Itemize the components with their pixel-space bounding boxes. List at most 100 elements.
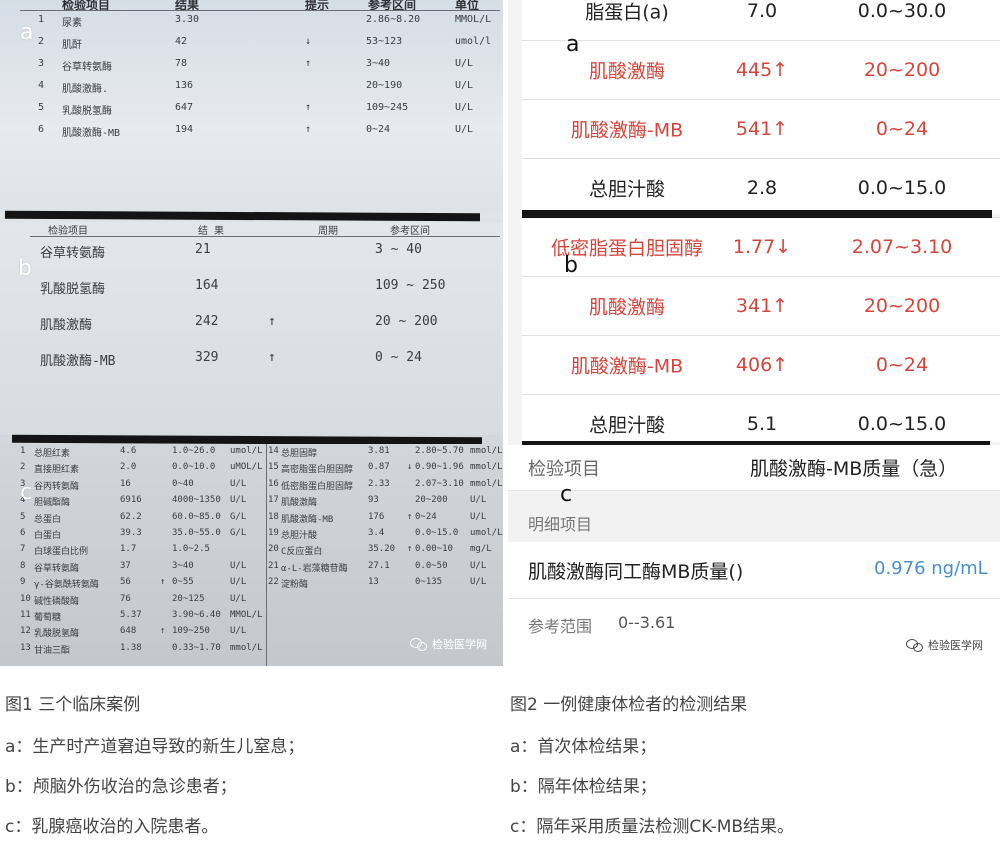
table-row: 肌酸激酶 341↑ 20~200 [522, 277, 1000, 336]
cell-unit: U/L [470, 495, 487, 506]
cell-name: 谷草转氨酶 [40, 246, 106, 261]
fig2-caption-b: b：隔年体检结果； [510, 777, 657, 797]
cell-name: 肌酸激酶 [588, 296, 666, 319]
divider-bar [522, 210, 992, 218]
cell-flag: ↑ [268, 350, 276, 365]
cell-no: 14 [268, 446, 279, 456]
cell-ref: 0.0~15.0 [857, 177, 947, 199]
figure2-screens: 脂蛋白(a) 7.0 0.0~30.0 肌酸激酶 445↑ 20~200 肌酸激酶-MB 54… [508, 0, 1000, 666]
cell-name: 谷草转氨酶 [62, 62, 112, 73]
header-item: 检验项目 [48, 226, 88, 237]
cell-name: 肌酸激酶-MB [62, 128, 121, 139]
cell-no: 16 [268, 478, 279, 489]
cell-unit: U/L [455, 102, 474, 113]
cell-unit: U/L [230, 626, 247, 637]
panel-letter-b: b [564, 253, 578, 278]
cell-no: 17 [268, 495, 279, 506]
cell-result: 78 [175, 58, 188, 69]
cell-result: 93 [368, 495, 379, 506]
cell-ref: 0.90~1.96 [415, 462, 464, 473]
cell-name: 淀粉酶 [281, 580, 309, 591]
table-row: 1 尿素 3.30 2.86~8.20 MMOL/L [0, 14, 503, 29]
header-result: 结果 [175, 0, 200, 12]
cell-unit: umol/l [455, 36, 492, 47]
detail-header-row: 明细项目 [508, 491, 1000, 541]
detail-name: 肌酸激酶同工酶MB质量() [528, 561, 744, 583]
cell-name: 尿素 [62, 18, 82, 29]
cell-unit: MMOL/L [230, 610, 263, 620]
cell-result: 164 [195, 278, 219, 293]
cell-name: α-L-岩藻糖苷酶 [281, 563, 348, 574]
table-row: 15 高密脂蛋白胆固醇 0.87 ↓ 0.90~1.96 mmol/L [0, 462, 503, 475]
cell-no: 13 [20, 642, 31, 653]
panel-letter-b: b [18, 256, 32, 281]
cell-name: 总胆固醇 [281, 449, 318, 459]
cell-name: 肌酸激酶-MB [40, 354, 116, 369]
figure1-photo: 检验项目 结果 提示 参考区间 单位 1 尿素 3.30 2.86~8.20 MMOL/… [0, 0, 503, 666]
table-row: 乳酸脱氢酶 164 109 ~ 250 [0, 278, 503, 297]
cell-name: 肌酐 [62, 40, 82, 51]
table-row: 2 肌酐 42 ↓ 53~123 umol/l [0, 36, 503, 51]
cell-ref: 3 ~ 40 [375, 242, 422, 257]
item-value: 肌酸激酶-MB质量（急） [750, 458, 958, 480]
table-row: 3 谷草转氨酶 78 ↑ 3~40 U/L [0, 58, 503, 73]
table-row: 19 总胆汁酸 3.4 0.0~15.0 umol/L [0, 528, 503, 541]
watermark: 检验医学网 [906, 637, 983, 653]
header-period: 周期 [318, 226, 338, 237]
fig2-panel-a: 脂蛋白(a) 7.0 0.0~30.0 肌酸激酶 445↑ 20~200 肌酸激酶-MB 54… [522, 0, 1000, 218]
cell-result: 341↑ [735, 295, 789, 317]
cell-name: 肌酸激酶 [588, 60, 666, 83]
cell-ref: 0~135 [415, 577, 443, 588]
table-row: 16 低密脂蛋白胆固醇 2.33 2.07~3.10 mmol/L [0, 479, 503, 492]
cell-unit: U/L [470, 511, 487, 522]
cell-ref: 2.80~5.70 [415, 446, 464, 456]
table-row: 脂蛋白(a) 7.0 0.0~30.0 [522, 0, 1000, 41]
cell-result: 1.38 [120, 642, 142, 653]
header-ref: 参考区间 [368, 0, 417, 12]
cell-result: 5.1 [746, 413, 778, 435]
panel-letter-a: a [566, 32, 580, 57]
fig1-caption-c: c：乳腺癌收治的入院患者。 [5, 817, 219, 837]
table-row: 11 葡萄糖 5.37 3.90~6.40 MMOL/L [0, 610, 503, 623]
cell-name: 肌酸激酶-MB [570, 119, 684, 142]
cell-result: 13 [368, 577, 379, 588]
cell-result: 21 [195, 242, 211, 257]
item-header-row: 检验项目 肌酸激酶-MB质量（急） [508, 445, 1000, 491]
table-row: 肌酸激酶 445↑ 20~200 [522, 41, 1000, 100]
cell-no: 21 [268, 560, 279, 571]
divider-bar [4, 210, 481, 222]
cell-unit: U/L [455, 58, 474, 69]
table-row: 22 淀粉酶 13 0~135 U/L [0, 577, 503, 590]
cell-unit: mmol/L [470, 446, 503, 456]
cell-unit: mmol/L [470, 462, 503, 473]
cell-ref: 20~200 [863, 59, 941, 81]
table-rule [20, 10, 500, 11]
cell-result: 242 [195, 314, 219, 329]
wechat-icon [906, 638, 924, 652]
cell-name: 葡萄糖 [34, 613, 62, 623]
table-row: 低密脂蛋白胆固醇 1.77↓ 2.07~3.10 [522, 218, 1000, 277]
cell-flag: ↓ [305, 36, 312, 47]
table-row: 6 肌酸激酶-MB 194 ↑ 0~24 U/L [0, 124, 503, 139]
table-row: 肌酸激酶-MB 329 ↑ 0 ~ 24 [0, 350, 503, 369]
cell-name: 肌酸激酶. [62, 84, 109, 95]
cell-ref: 20~190 [366, 80, 403, 91]
detail-item-row: 肌酸激酶同工酶MB质量() 0.976 ng/mL [508, 542, 1000, 599]
cell-no: 2 [38, 36, 45, 47]
cell-name: 乳酸脱氢酶 [40, 282, 106, 297]
cell-ref: 20~125 [172, 593, 205, 604]
table-row: 20 C反应蛋白 35.20 ↑ 0.00~10 mg/L [0, 544, 503, 557]
table-row: 14 总胆固醇 3.81 2.80~5.70 mmol/L [0, 446, 503, 459]
cell-unit: U/L [230, 593, 247, 604]
cell-result: 7.0 [746, 0, 778, 22]
cell-name: 肌酸激酶-MB [570, 355, 684, 378]
cell-flag: ↑ [305, 102, 312, 113]
cell-ref: 0.00~10 [415, 544, 453, 555]
cell-unit: mg/L [470, 544, 492, 555]
cell-unit: MMOL/L [455, 14, 492, 25]
fig2-caption-a: a：首次体检结果； [510, 737, 657, 757]
cell-unit: U/L [455, 124, 474, 135]
cell-no: 18 [268, 511, 279, 522]
table-row: 17 肌酸激酶 93 20~200 U/L [0, 495, 503, 508]
cell-no: 10 [20, 593, 31, 604]
